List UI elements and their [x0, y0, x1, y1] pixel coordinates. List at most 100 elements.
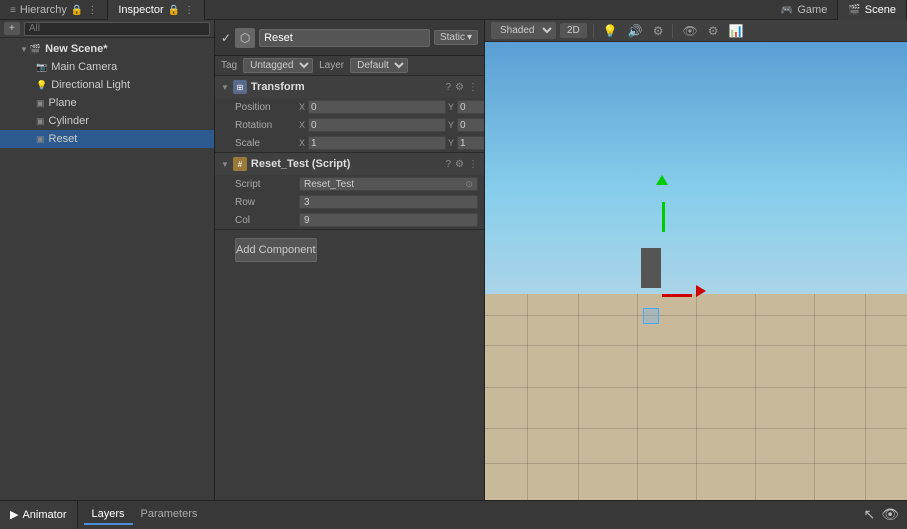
scene-tab-icon: 🎬 — [848, 5, 860, 16]
position-y-label: Y — [448, 102, 456, 112]
layers-tab-label: Layers — [92, 508, 125, 520]
hierarchy-item-new-scene-label: New Scene* — [45, 43, 107, 55]
inspector-menu-icon[interactable]: ⋮ — [184, 5, 194, 16]
position-row: Position X Y Z — [215, 98, 484, 116]
reset-obj-icon: ▣ — [36, 134, 45, 145]
inspector-object-header: ✓ ⬡ Static ▾ — [215, 20, 484, 56]
script-menu-icon[interactable]: ⋮ — [468, 159, 478, 170]
transform-menu-icon[interactable]: ⋮ — [468, 82, 478, 93]
tab-hierarchy-label: Hierarchy — [20, 4, 67, 16]
script-help-icon[interactable]: ? — [445, 159, 451, 170]
tab-scene[interactable]: 🎬 Scene — [838, 0, 907, 20]
inspector-lock-icon[interactable]: 🔒 — [168, 5, 180, 16]
tab-inspector-label: Inspector — [118, 4, 163, 16]
position-x-input[interactable] — [308, 100, 446, 114]
hierarchy-item-plane[interactable]: ▣ Plane — [0, 94, 214, 112]
grid-v-7 — [865, 294, 866, 500]
add-component-button[interactable]: Add Component — [235, 238, 317, 262]
eye-icon[interactable]: 👁 — [881, 506, 899, 523]
tab-hierarchy[interactable]: ≡ Hierarchy 🔒 ⋮ — [0, 0, 108, 20]
transform-actions: ? ⚙ ⋮ — [445, 82, 478, 93]
x-axis-handle-tip — [696, 285, 706, 297]
script-settings-icon[interactable]: ⚙ — [455, 159, 464, 170]
layer-select[interactable]: Default — [350, 58, 408, 73]
effects-toolbar-icon[interactable]: ⚙ — [650, 24, 667, 38]
position-y-input[interactable] — [457, 100, 484, 114]
hierarchy-toolbar: + — [0, 20, 214, 38]
hierarchy-item-directional-light[interactable]: 💡 Directional Light — [0, 76, 214, 94]
scale-x-input[interactable] — [308, 136, 446, 150]
row-field-label: Row — [235, 197, 295, 208]
script-actions: ? ⚙ ⋮ — [445, 159, 478, 170]
tab-scene-label: Scene — [865, 4, 896, 16]
tab-inspector[interactable]: Inspector 🔒 ⋮ — [108, 0, 205, 20]
scale-x-label: X — [299, 138, 307, 148]
scale-fields: X Y Z — [299, 136, 484, 150]
mouse-cursor-icon: ↖ — [863, 506, 875, 523]
col-field-value[interactable]: 9 — [299, 213, 478, 227]
parameters-tab-label: Parameters — [141, 508, 198, 520]
script-select-icon[interactable]: ⊙ — [465, 179, 473, 190]
2d-button[interactable]: 2D — [560, 23, 587, 38]
position-x-field: X — [299, 100, 446, 114]
camera-icon: 📷 — [36, 62, 47, 73]
position-y-field: Y — [448, 100, 484, 114]
sky-background — [485, 42, 907, 294]
tab-game-label: Game — [797, 4, 827, 16]
scene-icon: 🎬 — [30, 44, 41, 55]
scene-viewport[interactable] — [485, 42, 907, 500]
hierarchy-item-cylinder-label: Cylinder — [49, 115, 89, 127]
transform-help-icon[interactable]: ? — [445, 82, 451, 93]
light-toolbar-icon[interactable]: 💡 — [600, 24, 621, 38]
bottom-right-icons: ↖ 👁 — [863, 506, 907, 523]
audio-toolbar-icon[interactable]: 🔊 — [625, 24, 646, 38]
object-enabled-checkbox[interactable]: ✓ — [221, 31, 231, 45]
animator-tab[interactable]: ▶ Animator — [0, 501, 78, 529]
script-field-row: Script Reset_Test ⊙ — [215, 175, 484, 193]
row-value-text: 3 — [304, 197, 310, 208]
layer-label: Layer — [319, 60, 344, 71]
object-name-input[interactable] — [259, 29, 430, 47]
script-component-title: Reset_Test (Script) — [251, 158, 442, 170]
layers-sub-tab[interactable]: Layers — [84, 505, 133, 525]
hierarchy-item-reset-label: Reset — [49, 133, 78, 145]
inspector-tag-layer-row: Tag Untagged Layer Default — [215, 56, 484, 76]
inspector-panel: ✓ ⬡ Static ▾ Tag Untagged Layer Default … — [215, 20, 485, 500]
animator-tab-icon: ▶ — [10, 508, 18, 521]
hierarchy-item-main-camera[interactable]: 📷 Main Camera — [0, 58, 214, 76]
tab-game[interactable]: 🎮 Game — [771, 0, 838, 20]
static-label: Static — [440, 32, 465, 43]
hierarchy-search-input[interactable] — [24, 22, 210, 36]
y-axis-handle-tip — [656, 175, 668, 185]
shaded-select[interactable]: Shaded — [491, 22, 556, 39]
hierarchy-lock-icon[interactable]: 🔒 — [71, 5, 83, 16]
scale-y-input[interactable] — [457, 136, 484, 150]
hierarchy-panel: + ▼ 🎬 New Scene* 📷 Main Camera 💡 Directi… — [0, 20, 215, 500]
script-header[interactable]: ▼ # Reset_Test (Script) ? ⚙ ⋮ — [215, 153, 484, 175]
hierarchy-menu-icon[interactable]: ⋮ — [87, 5, 97, 16]
static-toggle-button[interactable]: Static ▾ — [434, 30, 478, 45]
hierarchy-item-main-camera-label: Main Camera — [51, 61, 117, 73]
plane-mesh-icon: ▣ — [36, 98, 45, 109]
hierarchy-add-button[interactable]: + — [4, 22, 20, 35]
hierarchy-tree: ▼ 🎬 New Scene* 📷 Main Camera 💡 Direction… — [0, 38, 214, 500]
hierarchy-item-cylinder[interactable]: ▣ Cylinder — [0, 112, 214, 130]
selection-indicator — [643, 308, 659, 324]
hierarchy-item-plane-label: Plane — [49, 97, 77, 109]
gizmos-toolbar-icon[interactable]: 👁 — [679, 24, 700, 38]
tag-select[interactable]: Untagged — [243, 58, 313, 73]
transform-header[interactable]: ▼ ⊞ Transform ? ⚙ ⋮ — [215, 76, 484, 98]
script-icon: # — [233, 157, 247, 171]
rotation-y-input[interactable] — [457, 118, 484, 132]
hierarchy-item-new-scene[interactable]: ▼ 🎬 New Scene* — [0, 40, 214, 58]
hierarchy-item-reset[interactable]: ▣ Reset — [0, 130, 214, 148]
row-field-value[interactable]: 3 — [299, 195, 478, 209]
static-dropdown-icon: ▾ — [467, 32, 472, 43]
bottom-panel: ▶ Animator Layers Parameters ↖ 👁 — [0, 500, 907, 528]
grid-v-1 — [527, 294, 528, 500]
transform-settings-icon[interactable]: ⚙ — [455, 82, 464, 93]
rotation-x-input[interactable] — [308, 118, 446, 132]
parameters-sub-tab[interactable]: Parameters — [133, 505, 206, 525]
layers-toolbar-icon[interactable]: ⚙ — [705, 24, 722, 38]
stats-toolbar-icon[interactable]: 📊 — [725, 24, 746, 38]
